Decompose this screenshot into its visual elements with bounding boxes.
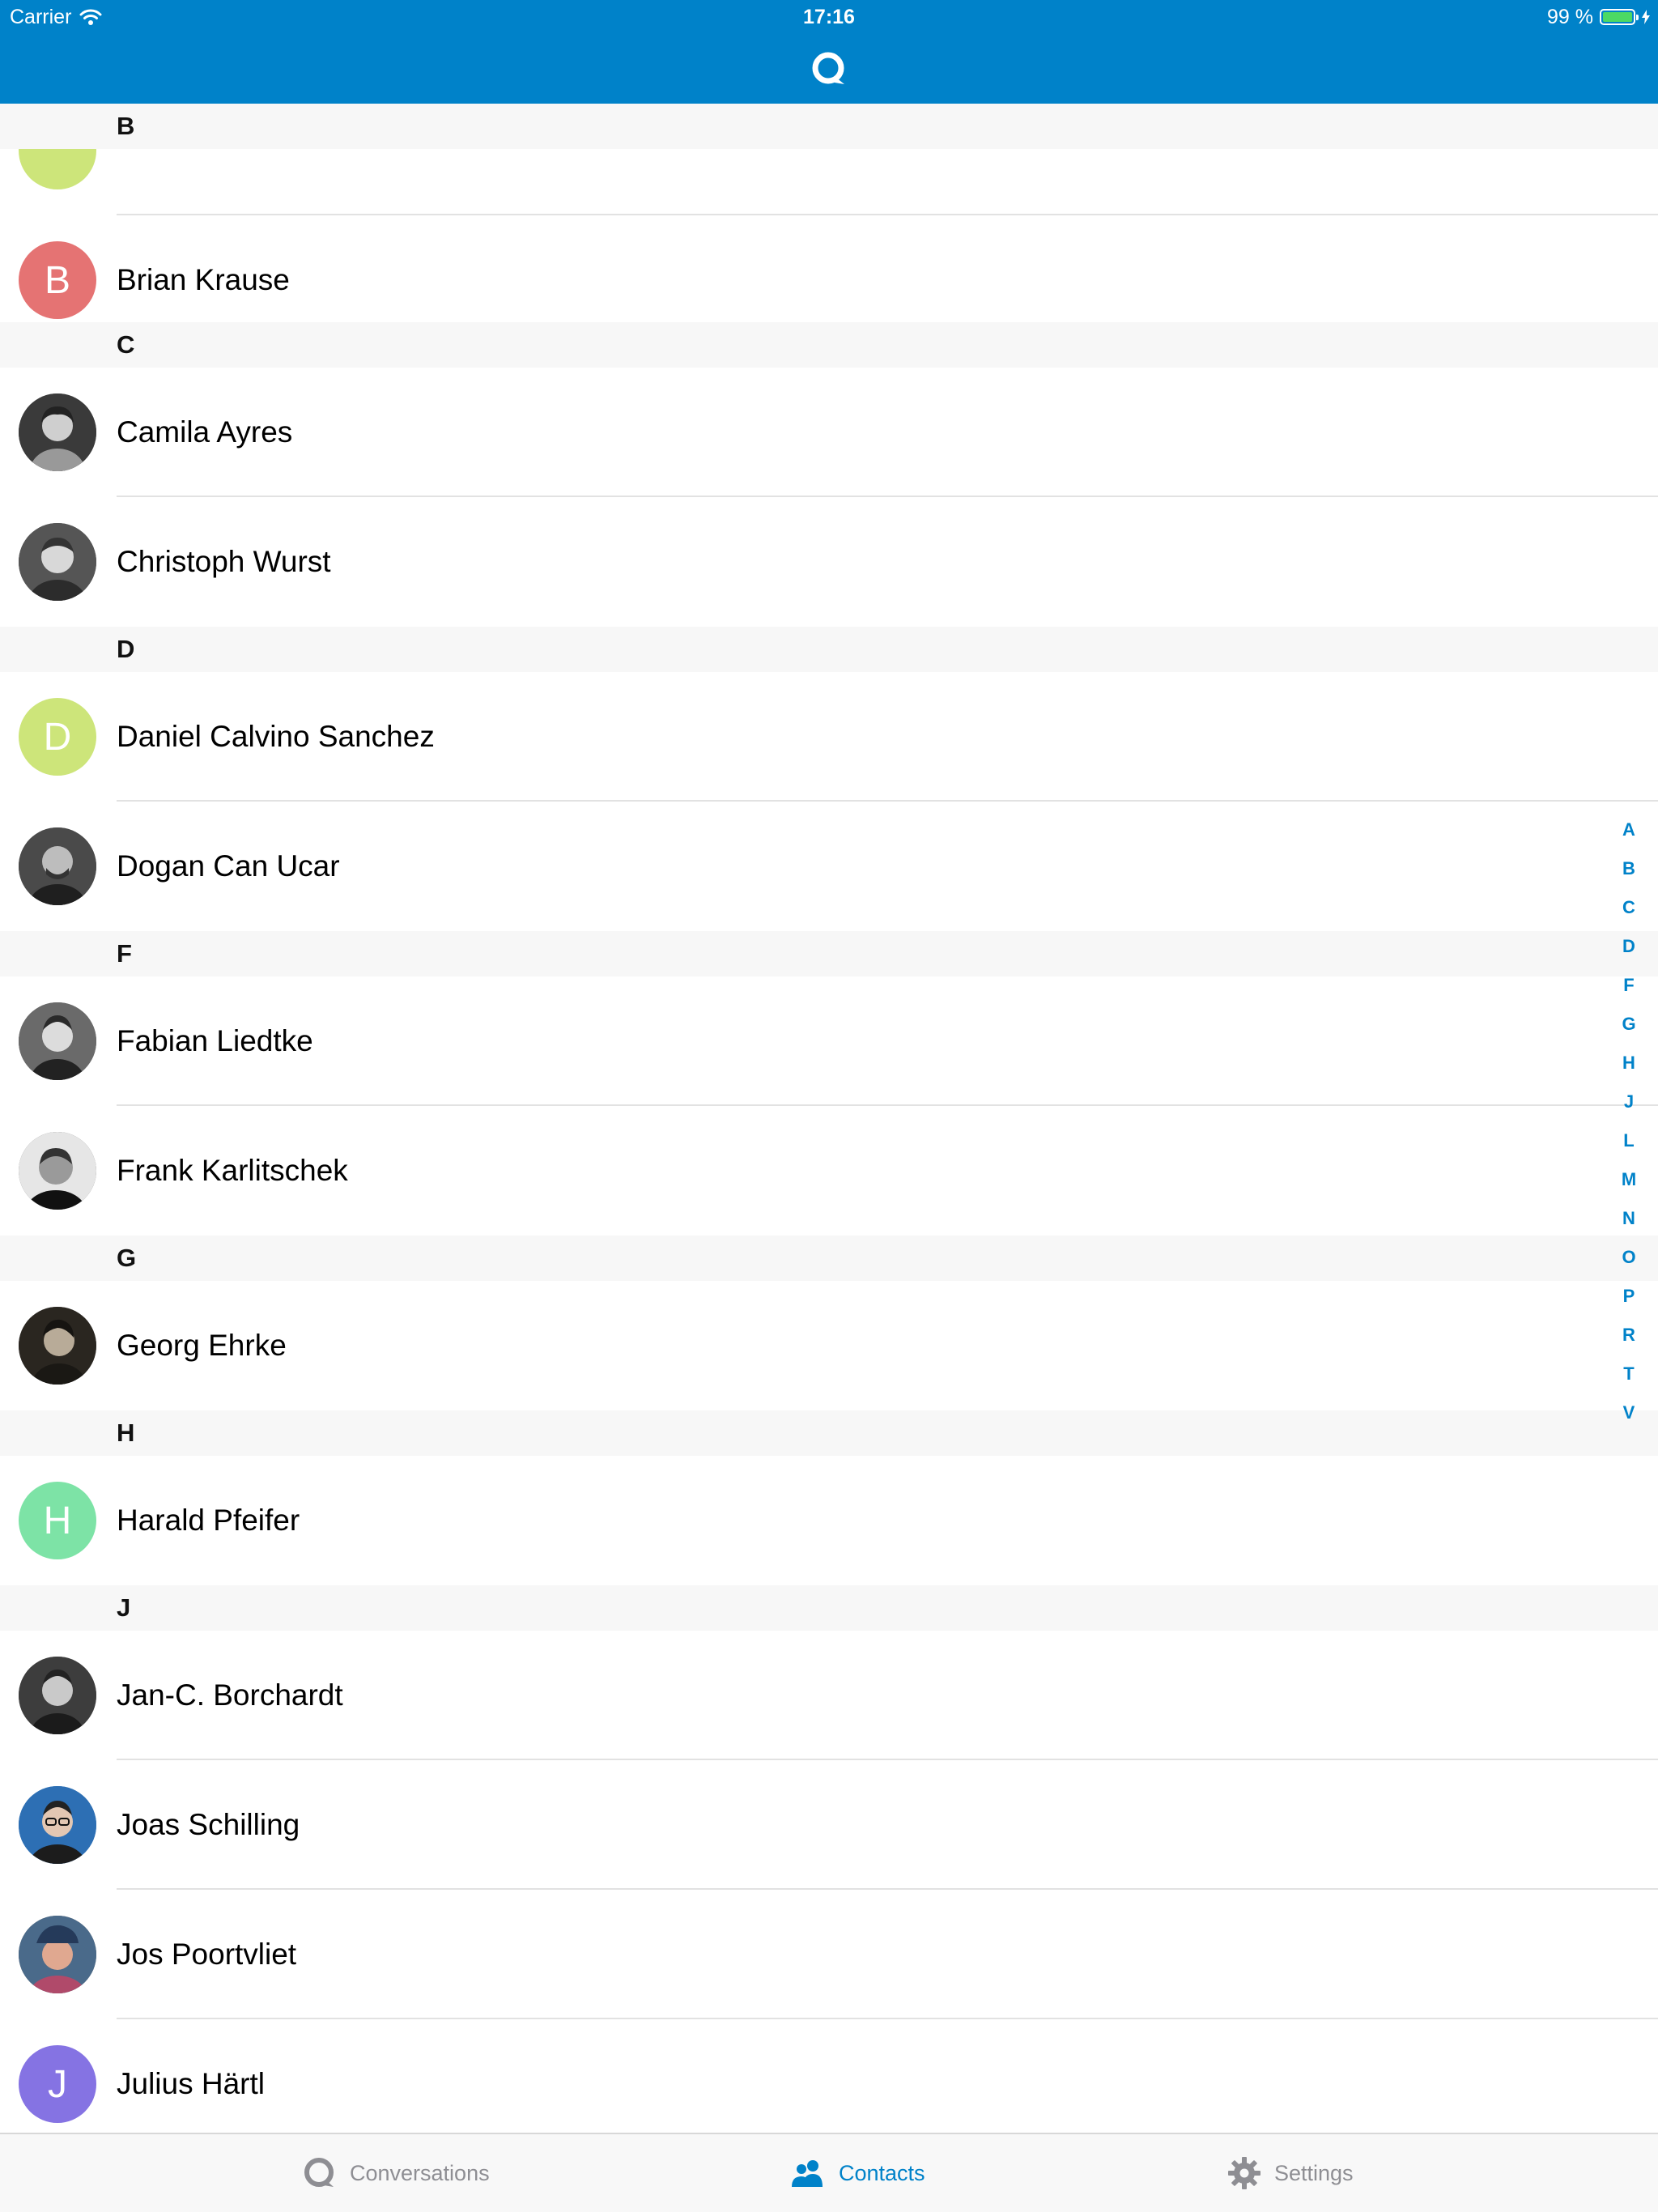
tab-bar: Conversations Contacts Settings	[0, 2133, 1658, 2212]
avatar-initial: J	[48, 2062, 67, 2106]
contact-name: Jos Poortvliet	[117, 1938, 297, 1971]
index-letter-j[interactable]: J	[1600, 1083, 1658, 1121]
contact-name: Fabian Liedtke	[117, 1024, 313, 1057]
index-letter-p[interactable]: P	[1600, 1277, 1658, 1316]
contact-name: Joas Schilling	[117, 1808, 300, 1841]
contact-row-christoph-wurst[interactable]: Christoph Wurst	[0, 497, 1658, 627]
section-letter: J	[117, 1593, 131, 1622]
contact-name: Christoph Wurst	[117, 545, 331, 578]
contact-row-georg-ehrke[interactable]: Georg Ehrke	[0, 1281, 1658, 1410]
user-photo-icon	[19, 1132, 96, 1210]
talk-logo-icon	[812, 52, 844, 84]
section-letter: G	[117, 1244, 137, 1272]
contact-row-harald-pfeifer[interactable]: H Harald Pfeifer	[0, 1456, 1658, 1585]
contacts-icon	[792, 2160, 823, 2187]
contact-name: Georg Ehrke	[117, 1329, 287, 1362]
user-photo-icon	[19, 1307, 96, 1385]
contact-name: Jan-C. Borchardt	[117, 1678, 343, 1712]
index-letter-r[interactable]: R	[1600, 1316, 1658, 1355]
avatar: D	[19, 698, 96, 776]
contact-row-dogan-can-ucar[interactable]: Dogan Can Ucar	[0, 802, 1658, 931]
avatar-initial: B	[44, 258, 70, 302]
avatar: B	[19, 241, 96, 319]
user-photo-icon	[19, 1916, 96, 1993]
contact-row-julius-hartl[interactable]: J Julius Härtl	[0, 2019, 1658, 2133]
index-letter-m[interactable]: M	[1600, 1160, 1658, 1199]
user-photo-icon	[19, 1002, 96, 1080]
avatar: J	[19, 2045, 96, 2123]
contact-name: Dogan Can Ucar	[117, 849, 340, 883]
index-letter-b[interactable]: B	[1600, 849, 1658, 888]
index-letter-d[interactable]: D	[1600, 927, 1658, 966]
status-time: 17:16	[803, 6, 855, 28]
gear-icon	[1228, 2157, 1261, 2189]
navigation-bar: Carrier 17:16 99 %	[0, 0, 1658, 104]
index-letter-a[interactable]: A	[1600, 810, 1658, 849]
contact-name: Harald Pfeifer	[117, 1504, 300, 1537]
section-header-j: J	[0, 1585, 1658, 1631]
section-header-b: B	[0, 104, 1658, 149]
contact-row-fabian-liedtke[interactable]: Fabian Liedtke	[0, 976, 1658, 1106]
contact-row-jan-c-borchardt[interactable]: Jan-C. Borchardt	[0, 1631, 1658, 1760]
section-letter: D	[117, 635, 135, 663]
section-index[interactable]: ABCDFGHJLMNOPRTV	[1600, 810, 1658, 1432]
contact-row-daniel-calvino-sanchez[interactable]: D Daniel Calvino Sanchez	[0, 672, 1658, 802]
contact-name: Daniel Calvino Sanchez	[117, 720, 435, 753]
tab-conversations[interactable]: Conversations	[301, 2134, 490, 2212]
status-battery: 99 %	[1547, 5, 1650, 29]
index-letter-f[interactable]: F	[1600, 966, 1658, 1005]
avatar: H	[19, 1482, 96, 1559]
section-header-h: H	[0, 1410, 1658, 1456]
section-letter: C	[117, 330, 135, 359]
battery-icon	[1600, 9, 1639, 25]
contact-row-camila-ayres[interactable]: Camila Ayres	[0, 368, 1658, 497]
section-letter: F	[117, 939, 132, 968]
avatar-initial: D	[43, 715, 72, 759]
contact-row-jos-poortvliet[interactable]: Jos Poortvliet	[0, 1890, 1658, 2019]
tab-settings[interactable]: Settings	[1226, 2134, 1354, 2212]
index-letter-h[interactable]: H	[1600, 1044, 1658, 1083]
contacts-list[interactable]: B B Brian Krause C Camila Ayres Christop…	[0, 104, 1658, 2133]
tab-label: Contacts	[839, 2160, 925, 2185]
contact-row-frank-karlitschek[interactable]: Frank Karlitschek	[0, 1106, 1658, 1236]
index-letter-t[interactable]: T	[1600, 1355, 1658, 1393]
charging-icon	[1642, 10, 1650, 24]
index-letter-v[interactable]: V	[1600, 1393, 1658, 1432]
battery-percent: 99 %	[1547, 5, 1593, 28]
section-header-f: F	[0, 931, 1658, 976]
index-letter-c[interactable]: C	[1600, 888, 1658, 927]
avatar-initial: H	[43, 1499, 72, 1542]
index-letter-g[interactable]: G	[1600, 1005, 1658, 1044]
tab-label: Settings	[1274, 2160, 1354, 2185]
user-photo-icon	[19, 1657, 96, 1734]
contact-name: Frank Karlitschek	[117, 1154, 348, 1187]
index-letter-n[interactable]: N	[1600, 1199, 1658, 1238]
conversations-icon	[304, 2158, 334, 2187]
tab-contacts[interactable]: Contacts	[790, 2134, 925, 2212]
section-letter: H	[117, 1419, 135, 1447]
contact-row-joas-schilling[interactable]: Joas Schilling	[0, 1760, 1658, 1890]
tab-label: Conversations	[350, 2160, 490, 2185]
user-photo-icon	[19, 827, 96, 905]
battery-level	[1603, 12, 1632, 22]
index-letter-o[interactable]: O	[1600, 1238, 1658, 1277]
contact-name: Camila Ayres	[117, 415, 293, 449]
contact-name: Julius Härtl	[117, 2067, 265, 2100]
user-photo-icon	[19, 523, 96, 601]
section-header-g: G	[0, 1236, 1658, 1281]
section-header-c: C	[0, 322, 1658, 368]
section-letter: B	[117, 112, 135, 140]
section-header-d: D	[0, 627, 1658, 672]
index-letter-l[interactable]: L	[1600, 1121, 1658, 1160]
user-photo-icon	[19, 1786, 96, 1864]
user-photo-icon	[19, 393, 96, 471]
